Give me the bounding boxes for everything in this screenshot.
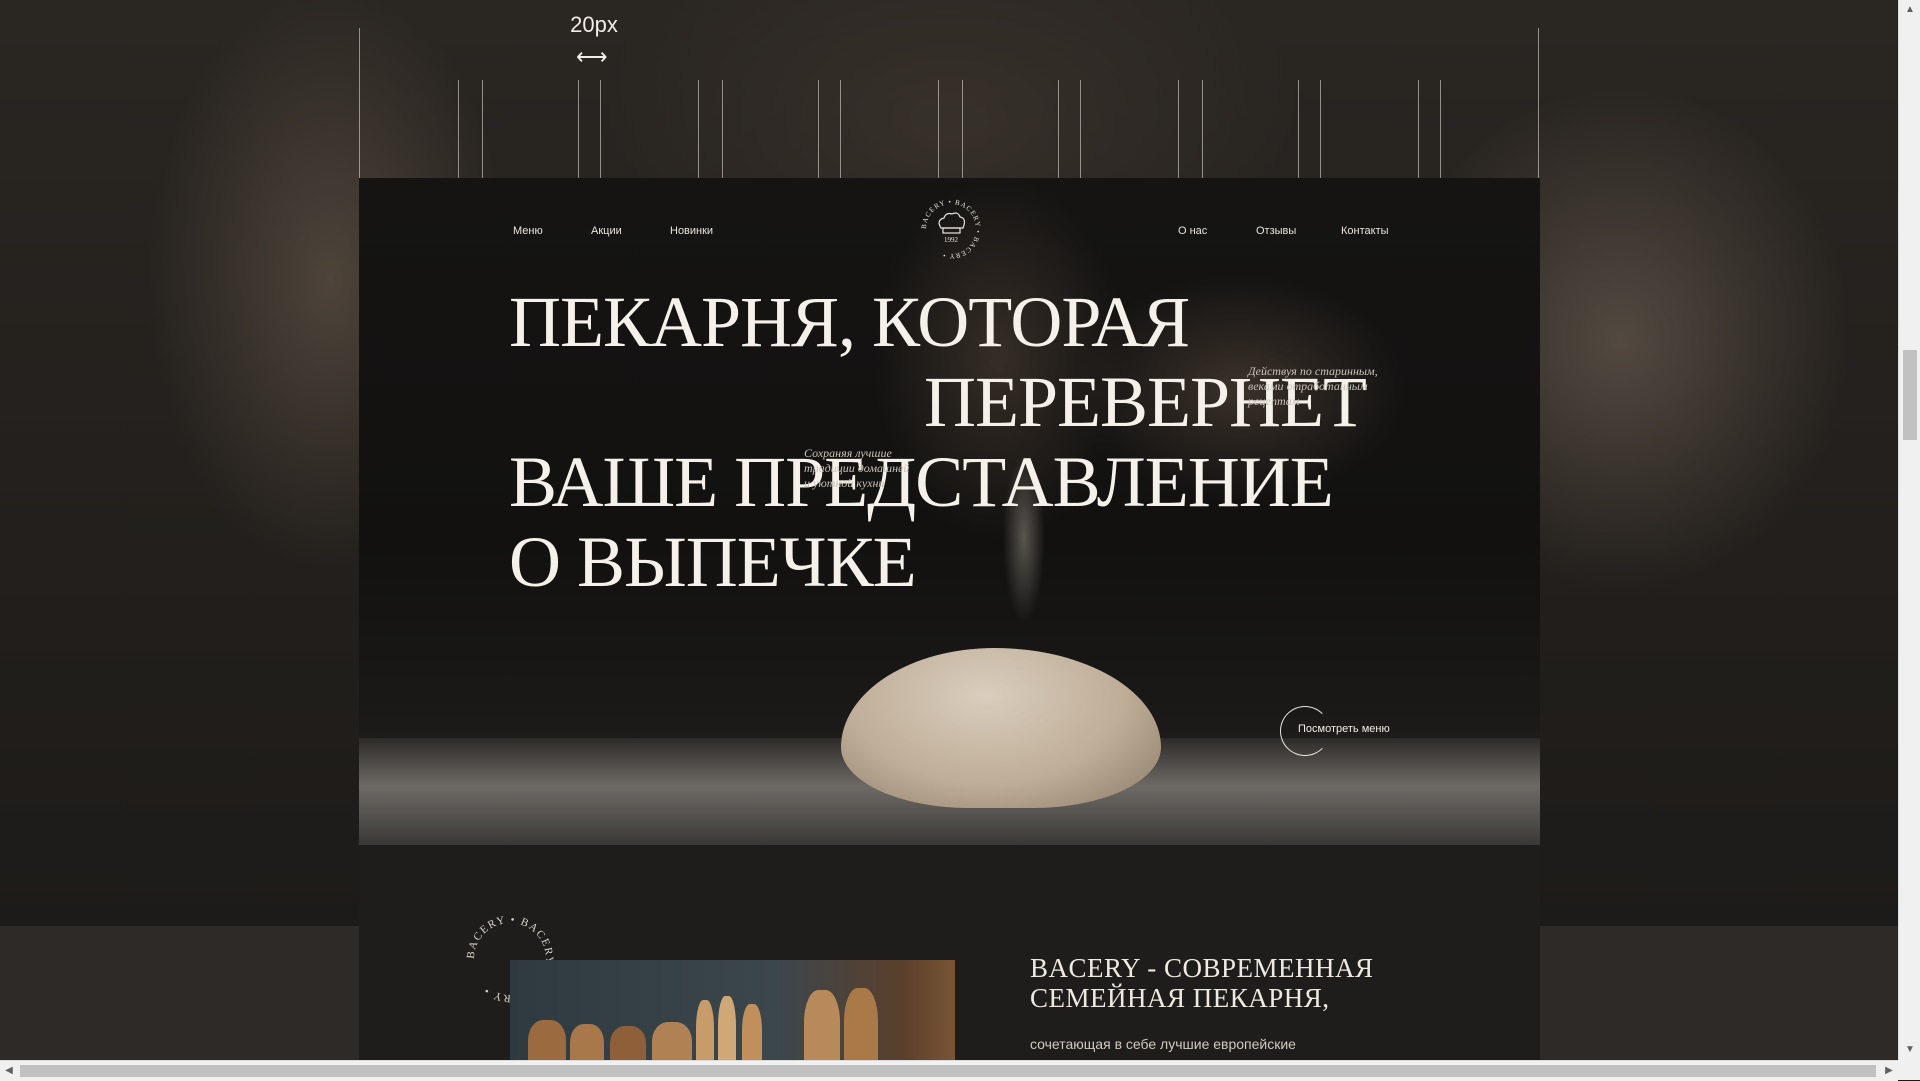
nav-new[interactable]: Новинки bbox=[670, 225, 713, 237]
loaf bbox=[804, 990, 840, 1060]
nav-promotions[interactable]: Акции bbox=[591, 225, 622, 237]
guide-line bbox=[1178, 80, 1179, 178]
view-menu-button[interactable]: Посмотреть меню bbox=[1280, 706, 1420, 758]
hero-headline-line-4: О ВЫПЕЧКЕ bbox=[509, 522, 917, 602]
scroll-down-icon[interactable]: ▼ bbox=[1899, 1040, 1920, 1060]
scroll-up-icon[interactable]: ▲ bbox=[1899, 0, 1920, 20]
horizontal-scroll-thumb[interactable] bbox=[20, 1065, 1876, 1077]
guide-line bbox=[578, 80, 579, 178]
guide-line bbox=[600, 80, 601, 178]
hero-headline-line-3: ВАШЕ ПРЕДСТАВЛЕНИЕ bbox=[509, 442, 1334, 522]
guide-line bbox=[1440, 80, 1441, 178]
scroll-left-icon[interactable]: ◀ bbox=[0, 1061, 18, 1081]
guide-line bbox=[359, 28, 360, 178]
guide-line bbox=[1418, 80, 1419, 178]
loaf bbox=[570, 1024, 604, 1060]
guide-line bbox=[722, 80, 723, 178]
dough-image bbox=[841, 648, 1161, 808]
svg-text:BACERY • BACERY • BACERY •: BACERY • BACERY • BACERY • bbox=[920, 198, 982, 260]
about-text: сочетающая в себе лучшие европейские bbox=[1030, 1036, 1296, 1052]
guide-line bbox=[1298, 80, 1299, 178]
double-arrow-icon: ⟷ bbox=[576, 44, 608, 69]
guide-line bbox=[818, 80, 819, 178]
chef-hat-icon bbox=[938, 212, 966, 234]
website-mockup: Меню Акции Новинки О нас Отзывы Контакты… bbox=[359, 178, 1540, 1060]
loaf bbox=[652, 1022, 692, 1060]
scroll-right-icon[interactable]: ▶ bbox=[1880, 1061, 1898, 1081]
guide-line bbox=[938, 80, 939, 178]
gap-label: 20px bbox=[570, 12, 618, 37]
bread-photo bbox=[510, 960, 955, 1060]
loaf bbox=[696, 1000, 714, 1060]
guide-line bbox=[1202, 80, 1203, 178]
hero-tagline-right: Действуя по старинным, веками отработанн… bbox=[1248, 364, 1378, 408]
guide-line bbox=[962, 80, 963, 178]
guide-line bbox=[1320, 80, 1321, 178]
scrollbar-corner bbox=[1898, 1060, 1920, 1080]
vertical-scrollbar[interactable]: ▲ ▼ bbox=[1898, 0, 1920, 1080]
loaf bbox=[610, 1026, 646, 1060]
hero-tagline-left: Сохраняя лучшие традиции домашней и уютн… bbox=[804, 446, 910, 490]
hero-headline-line-1: ПЕКАРНЯ, КОТОРАЯ bbox=[509, 282, 1190, 362]
guide-line bbox=[1538, 28, 1539, 178]
guide-line bbox=[1058, 80, 1059, 178]
loaf bbox=[742, 1004, 762, 1060]
guide-line bbox=[1080, 80, 1081, 178]
loaf bbox=[528, 1020, 566, 1060]
nav-about[interactable]: О нас bbox=[1178, 225, 1207, 237]
view-menu-label: Посмотреть меню bbox=[1298, 723, 1390, 735]
horizontal-scrollbar[interactable]: ◀ ▶ bbox=[0, 1060, 1898, 1081]
about-title: BACERY - СОВРЕМЕННАЯ СЕМЕЙНАЯ ПЕКАРНЯ, bbox=[1030, 953, 1374, 1013]
loaf bbox=[718, 996, 736, 1060]
guide-line bbox=[482, 80, 483, 178]
guide-line bbox=[840, 80, 841, 178]
nav-contacts[interactable]: Контакты bbox=[1341, 225, 1389, 237]
loaf bbox=[844, 988, 878, 1060]
vertical-scroll-thumb[interactable] bbox=[1903, 350, 1917, 440]
bacery-logo[interactable]: BACERY • BACERY • BACERY • 1992 bbox=[920, 198, 982, 260]
hero-section: Меню Акции Новинки О нас Отзывы Контакты… bbox=[359, 178, 1540, 845]
guide-line bbox=[698, 80, 699, 178]
nav-menu[interactable]: Меню bbox=[513, 225, 543, 237]
nav-reviews[interactable]: Отзывы bbox=[1256, 225, 1296, 237]
logo-year: 1992 bbox=[944, 236, 959, 244]
guide-line bbox=[458, 80, 459, 178]
logo-ring-text: BACERY • BACERY • BACERY • bbox=[920, 198, 981, 260]
